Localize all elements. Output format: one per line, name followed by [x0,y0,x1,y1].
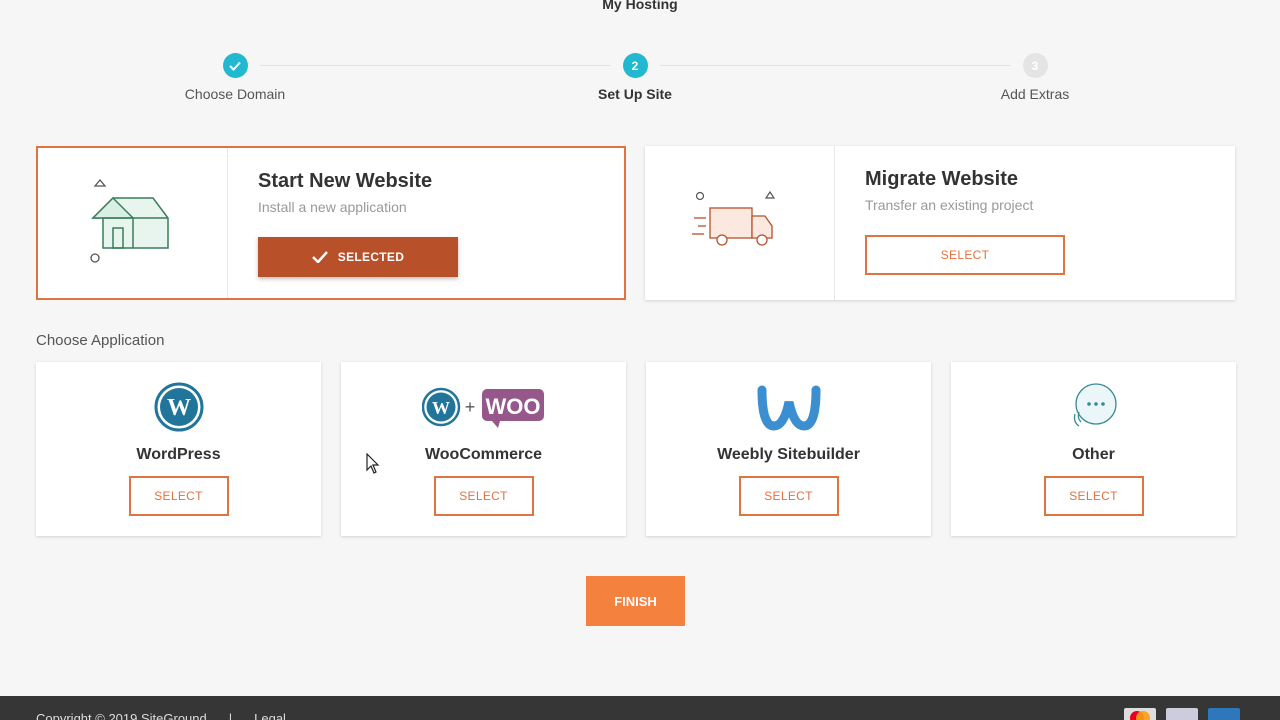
step-choose-domain[interactable]: Choose Domain [135,53,335,102]
select-button[interactable]: SELECT [128,476,229,516]
house-icon [38,148,228,298]
select-button[interactable]: SELECT [865,235,1065,275]
step-number: 3 [1022,53,1048,78]
app-card-wordpress[interactable]: W WordPress SELECT [36,362,321,536]
step-number: 2 [622,53,648,78]
copyright-text: Copyright © 2019 SiteGround [36,711,207,720]
page-title: My Hosting [602,0,678,12]
svg-text:WOO: WOO [485,394,540,419]
app-card-woocommerce[interactable]: W + WOO WooCommerce SELECT [341,362,626,536]
app-card-other[interactable]: Other SELECT [951,362,1236,536]
woocommerce-icon: W + WOO [341,382,626,432]
start-new-website-card[interactable]: Start New Website Install a new applicat… [36,146,626,300]
weebly-icon [646,382,931,432]
footer-separator: | [228,711,233,720]
step-label: Choose Domain [184,86,286,102]
footer: Copyright © 2019 SiteGround | Legal [0,696,1280,720]
step-label: Add Extras [1000,86,1070,102]
selected-button-label: SELECTED [337,250,405,264]
migrate-website-card[interactable]: Migrate Website Transfer an existing pro… [645,146,1235,300]
option-subtitle: Transfer an existing project [865,197,1034,213]
visa-icon [1166,708,1198,720]
choose-application-label: Choose Application [36,332,165,349]
checkmark-icon [222,53,248,78]
option-title: Start New Website [258,170,433,192]
step-add-extras: 3 Add Extras [935,53,1135,102]
truck-icon [645,146,835,300]
finish-button[interactable]: FINISH [586,576,685,626]
svg-text:W: W [167,395,191,421]
svg-text:W: W [432,398,450,418]
option-title: Migrate Website [865,168,1018,190]
amex-icon [1208,708,1240,720]
select-button[interactable]: SELECT [433,476,534,516]
app-name: WooCommerce [424,446,543,463]
step-set-up-site: 2 Set Up Site [535,53,735,102]
selected-button[interactable]: SELECTED [258,237,458,277]
option-subtitle: Install a new application [258,199,407,215]
app-name: Other [1072,446,1115,463]
svg-text:+: + [464,397,475,417]
app-name: Weebly Sitebuilder [717,446,860,463]
legal-link[interactable]: Legal [254,711,286,720]
checkmark-icon [311,251,328,263]
select-button[interactable]: SELECT [1043,476,1144,516]
mouse-cursor-icon [366,452,380,480]
chat-bubble-icon [951,382,1236,432]
stepper: Choose Domain 2 Set Up Site 3 Add Extras [0,53,1280,103]
wordpress-icon: W [36,382,321,432]
app-name: WordPress [136,446,221,463]
step-label: Set Up Site [598,86,672,102]
mastercard-icon [1124,708,1156,720]
app-card-weebly[interactable]: Weebly Sitebuilder SELECT [646,362,931,536]
select-button[interactable]: SELECT [738,476,839,516]
